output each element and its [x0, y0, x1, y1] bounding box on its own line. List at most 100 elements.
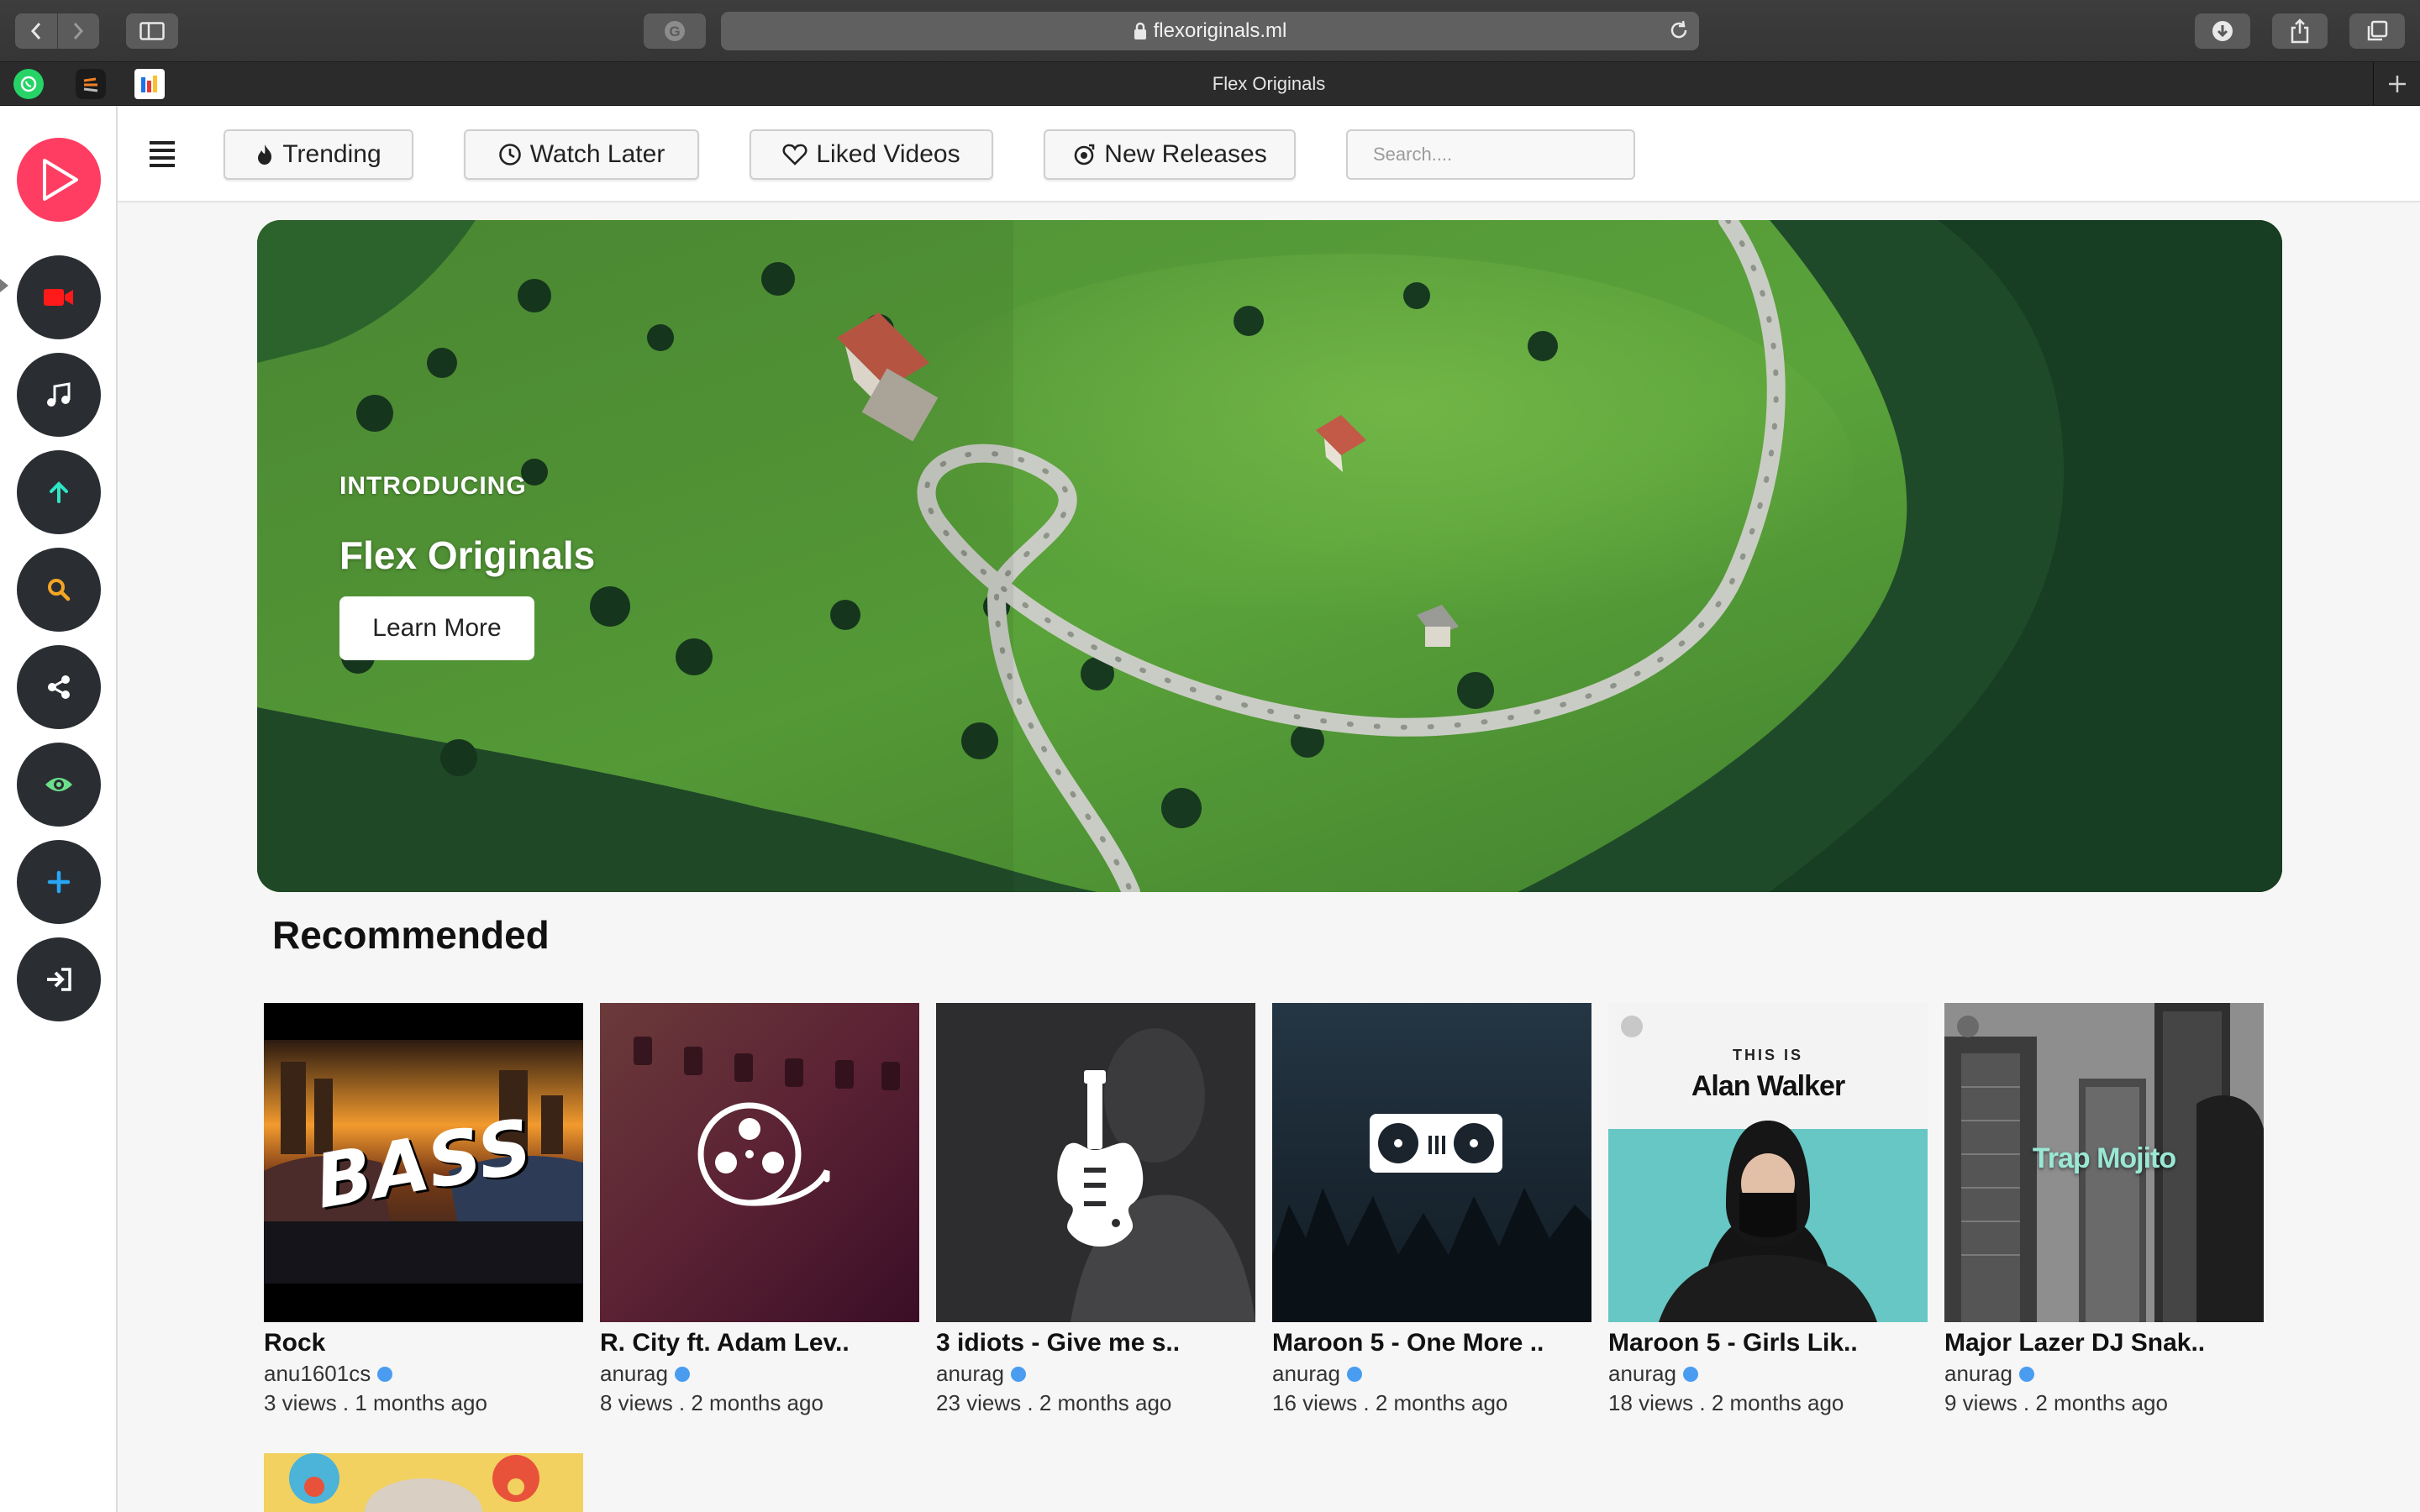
- video-card[interactable]: BASS Rock anu1601cs 3 views . 1 months a…: [264, 1003, 583, 1416]
- guitar-thumbnail-image: [936, 1003, 1255, 1322]
- pinned-tab-2[interactable]: [76, 69, 106, 99]
- verified-badge-icon: [1682, 1366, 1698, 1382]
- channel-name[interactable]: anurag: [936, 1361, 1004, 1387]
- sidebar-upload-button[interactable]: [17, 450, 101, 534]
- trending-label: Trending: [282, 140, 381, 168]
- address-bar[interactable]: flexoriginals.ml: [721, 12, 1699, 50]
- logo-notch: [0, 279, 8, 292]
- channel-name[interactable]: anurag: [1944, 1361, 2012, 1387]
- sidebar-toggle-button[interactable]: [126, 13, 178, 49]
- sidebar-watch-button[interactable]: [17, 743, 101, 827]
- sign-in-icon: [47, 968, 71, 991]
- video-thumbnail[interactable]: BASS: [264, 1003, 583, 1322]
- watch-later-label: Watch Later: [529, 140, 666, 168]
- video-card[interactable]: Maroon 5 - One More .. anurag 16 views .…: [1272, 1003, 1591, 1416]
- menu-icon[interactable]: [150, 141, 175, 171]
- watch-later-button[interactable]: Watch Later: [464, 129, 699, 180]
- video-title[interactable]: 3 idiots - Give me s..: [936, 1329, 1255, 1357]
- video-title[interactable]: Maroon 5 - One More ..: [1272, 1329, 1591, 1357]
- video-title[interactable]: R. City ft. Adam Lev..: [600, 1329, 919, 1357]
- hero-banner[interactable]: INTRODUCING Flex Originals Learn More: [257, 220, 2282, 892]
- search-icon: [48, 579, 71, 601]
- video-thumbnail[interactable]: [600, 1003, 919, 1322]
- video-meta: 23 views . 2 months ago: [936, 1390, 1172, 1415]
- learn-more-button[interactable]: Learn More: [339, 596, 534, 660]
- recommended-heading: Recommended: [272, 913, 550, 957]
- thumbnail-text: Trap Mojito: [2032, 1142, 2176, 1174]
- video-card[interactable]: R. City ft. Adam Lev.. anurag 8 views . …: [600, 1003, 919, 1416]
- liked-videos-button[interactable]: Liked Videos: [750, 129, 993, 180]
- forward-button[interactable]: [57, 13, 99, 49]
- fire-icon: [258, 144, 272, 165]
- sidebar-music-button[interactable]: [17, 353, 101, 437]
- top-navigation: Trending Watch Later Liked Videos New Re…: [118, 106, 2420, 202]
- channel-row: anurag: [1608, 1361, 1928, 1387]
- upload-arrow-icon: [50, 481, 68, 503]
- download-icon: [2212, 21, 2233, 41]
- chevron-left-icon: [30, 23, 40, 39]
- share-icon: [48, 675, 70, 699]
- liked-videos-label: Liked Videos: [816, 140, 960, 168]
- whatsapp-icon: [20, 76, 37, 92]
- new-releases-label: New Releases: [1104, 140, 1267, 168]
- bar-chart-icon: [141, 76, 157, 92]
- new-releases-button[interactable]: New Releases: [1044, 129, 1296, 180]
- sidebar-videos-button[interactable]: [17, 255, 101, 339]
- channel-name[interactable]: anurag: [1608, 1361, 1676, 1387]
- tabs-overview-button[interactable]: [2349, 13, 2405, 49]
- video-meta: 3 views . 1 months ago: [264, 1390, 487, 1415]
- share-button[interactable]: [2272, 13, 2328, 49]
- plus-icon: [2388, 76, 2406, 92]
- sidebar-search-button[interactable]: [17, 548, 101, 632]
- tabs-icon: [2367, 20, 2388, 41]
- video-card[interactable]: THIS IS Alan Walker Maroon 5 - Girls Lik…: [1608, 1003, 1928, 1416]
- share-box-icon: [2291, 18, 2309, 44]
- video-title[interactable]: Maroon 5 - Girls Lik..: [1608, 1329, 1928, 1357]
- video-thumbnail[interactable]: [936, 1003, 1255, 1322]
- video-card[interactable]: 3 idiots - Give me s.. anurag 23 views .…: [936, 1003, 1255, 1416]
- channel-row: anurag: [936, 1361, 1255, 1387]
- video-camera-icon: [44, 289, 73, 306]
- video-thumbnail[interactable]: [1272, 1003, 1591, 1322]
- video-card-partial[interactable]: [264, 1453, 583, 1512]
- reload-button[interactable]: [1667, 18, 1691, 46]
- video-title[interactable]: Rock: [264, 1329, 583, 1357]
- grammarly-icon: G: [665, 21, 685, 41]
- sidebar-panel-icon: [139, 22, 165, 40]
- active-tab-title[interactable]: Flex Originals: [185, 62, 2353, 106]
- sidebar-login-button[interactable]: [17, 937, 101, 1021]
- video-thumbnail[interactable]: THIS IS Alan Walker: [1608, 1003, 1928, 1322]
- new-releases-icon: [1074, 144, 1095, 165]
- chevron-right-icon: [74, 23, 84, 39]
- whatsapp-tab[interactable]: [13, 69, 44, 99]
- sidebar-share-button[interactable]: [17, 645, 101, 729]
- turntable-thumbnail-image: [1272, 1003, 1591, 1322]
- sidebar-add-button[interactable]: [17, 840, 101, 924]
- video-card[interactable]: Trap Mojito Major Lazer DJ Snak.. anurag…: [1944, 1003, 2264, 1416]
- pinned-tab-3[interactable]: [134, 69, 165, 99]
- video-thumbnail[interactable]: Trap Mojito: [1944, 1003, 2264, 1322]
- video-title[interactable]: Major Lazer DJ Snak..: [1944, 1329, 2264, 1357]
- search-input[interactable]: [1346, 129, 1635, 180]
- film-reel-thumbnail-image: [600, 1003, 919, 1322]
- verified-badge-icon: [2018, 1366, 2034, 1382]
- extension-button[interactable]: G: [644, 13, 706, 49]
- logo-button[interactable]: [17, 138, 101, 222]
- heart-icon: [782, 144, 808, 165]
- hero-kicker: INTRODUCING: [339, 472, 527, 500]
- thumbnail-kicker: THIS IS: [1732, 1047, 1803, 1063]
- trending-button[interactable]: Trending: [224, 129, 413, 180]
- channel-name[interactable]: anurag: [1272, 1361, 1340, 1387]
- verified-badge-icon: [1346, 1366, 1362, 1382]
- downloads-button[interactable]: [2195, 13, 2250, 49]
- thumbnail-text: Alan Walker: [1691, 1070, 1845, 1102]
- channel-name[interactable]: anurag: [600, 1361, 668, 1387]
- channel-row: anurag: [1944, 1361, 2264, 1387]
- history-buttons: [15, 13, 99, 49]
- new-tab-button[interactable]: [2373, 62, 2420, 106]
- channel-row: anurag: [1272, 1361, 1591, 1387]
- back-button[interactable]: [15, 13, 58, 49]
- channel-name[interactable]: anu1601cs: [264, 1361, 371, 1387]
- video-meta: 18 views . 2 months ago: [1608, 1390, 1844, 1415]
- play-logo-icon: [43, 159, 78, 201]
